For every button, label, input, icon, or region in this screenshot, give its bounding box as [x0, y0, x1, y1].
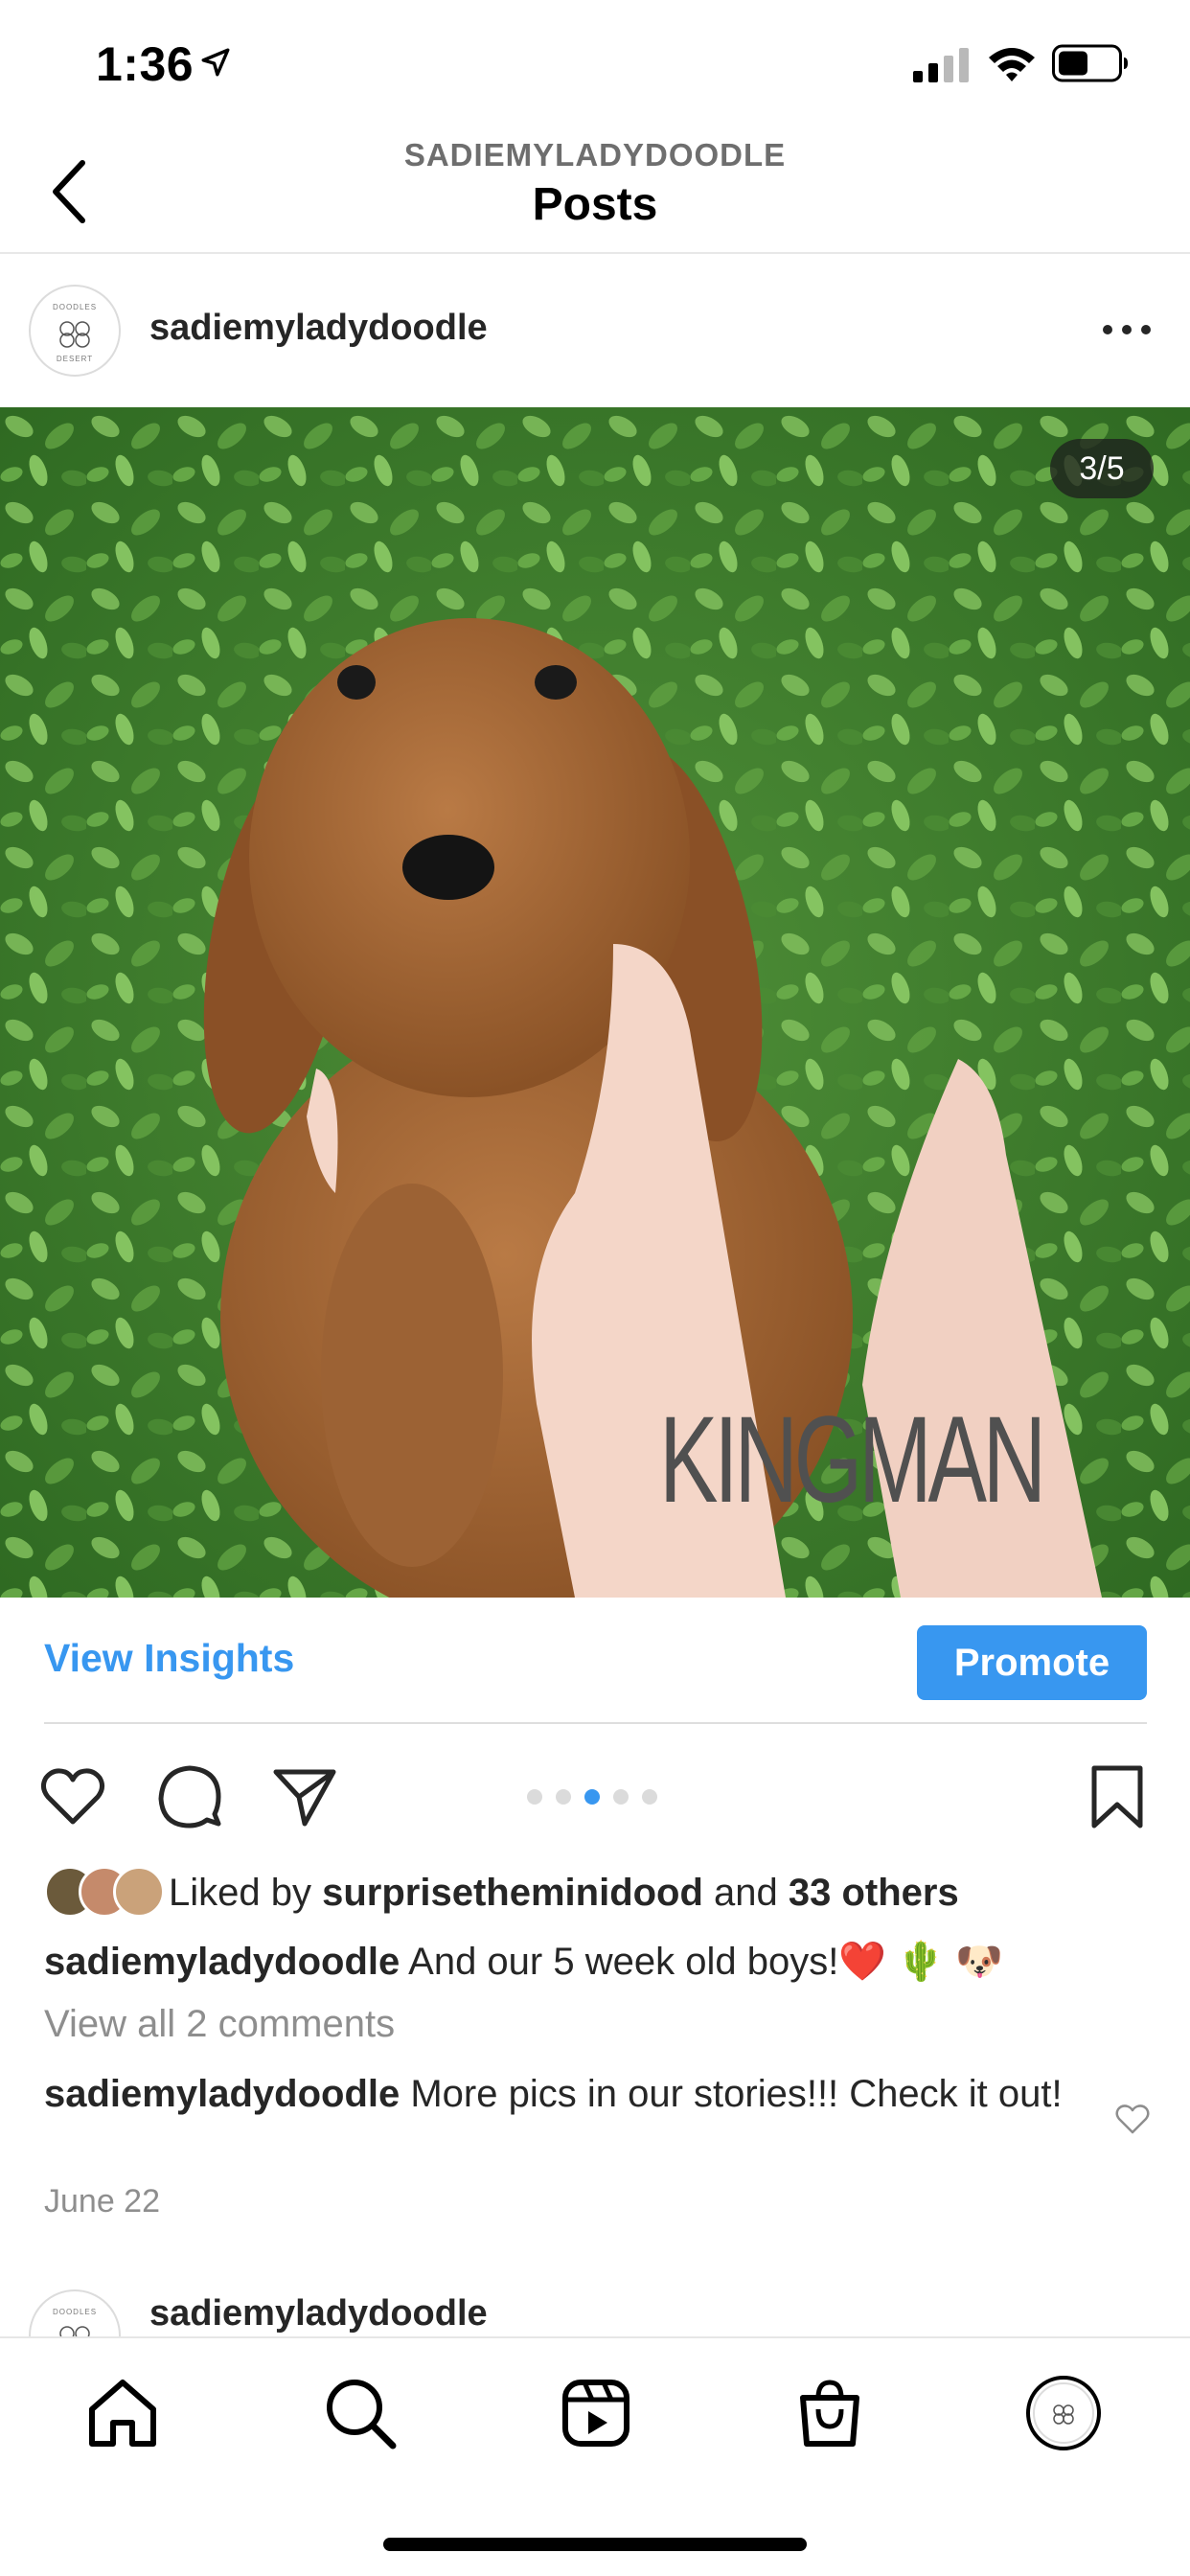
caption-username[interactable]: sadiemyladydoodle	[44, 1941, 400, 1983]
caption-emojis: ❤️ 🌵 🐶	[838, 1941, 1003, 1983]
comment: sadiemyladydoodle More pics in our stori…	[44, 2068, 1079, 2120]
next-post-author-avatar[interactable]: DOODLES	[29, 2289, 121, 2338]
wifi-icon	[989, 48, 1035, 81]
likes-others-count[interactable]: 33 others	[789, 1872, 959, 1914]
promote-button[interactable]: Promote	[917, 1625, 1147, 1700]
likes-prefix: Liked by	[169, 1871, 323, 1914]
doodles-logo-icon: DOODLES DESERT	[53, 303, 97, 363]
post-actions	[0, 1739, 1190, 1845]
liker-avatars	[44, 1866, 169, 1920]
carousel-dot	[613, 1789, 629, 1805]
carousel-dot	[527, 1789, 542, 1805]
comment-icon[interactable]	[155, 1762, 224, 1831]
svg-text:DOODLES: DOODLES	[53, 303, 97, 311]
doodles-logo-icon: DOODLES	[53, 2308, 97, 2338]
profile-avatar-tab[interactable]	[1025, 2375, 1102, 2451]
carousel-indicator	[527, 1789, 657, 1805]
comment-username[interactable]: sadiemyladydoodle	[44, 2073, 400, 2115]
carousel-dot	[642, 1789, 657, 1805]
status-time: 1:36	[96, 37, 195, 91]
carousel-dot	[556, 1789, 571, 1805]
view-insights-link[interactable]: View Insights	[44, 1636, 294, 1681]
comment-like-heart-icon[interactable]	[1114, 2102, 1151, 2136]
like-heart-icon[interactable]	[38, 1762, 107, 1831]
svg-text:DOODLES: DOODLES	[53, 2308, 97, 2316]
caption-text: And our 5 week old boys!	[400, 1941, 839, 1983]
post-author-avatar[interactable]: DOODLES DESERT	[29, 285, 121, 377]
header-account-name: SADIEMYLADYDOODLE	[403, 137, 787, 172]
shop-icon[interactable]	[791, 2375, 868, 2451]
post-caption: sadiemyladydoodle And our 5 week old boy…	[44, 1936, 1146, 1988]
status-bar: 1:36	[0, 0, 1190, 125]
photo-overlay-text: KINGMAN	[659, 1392, 1046, 1529]
home-indicator	[383, 2538, 807, 2551]
likes-summary[interactable]: Liked by surprisetheminidood and 33 othe…	[44, 1864, 959, 1921]
location-arrow-icon	[201, 48, 230, 77]
likes-text: Liked by surprisetheminidood and 33 othe…	[169, 1872, 959, 1915]
cellular-signal-icon	[913, 48, 969, 82]
svg-text:DESERT: DESERT	[57, 355, 93, 363]
liker-avatar	[113, 1866, 165, 1918]
next-post-header: DOODLES sadiemyladydoodle	[0, 2286, 1190, 2338]
likes-and: and	[702, 1871, 789, 1914]
post-header: DOODLES DESERT sadiemyladydoodle	[0, 256, 1190, 407]
top-nav-header: SADIEMYLADYDOODLE Posts	[0, 125, 1190, 254]
post-date: June 22	[44, 2183, 160, 2220]
image-counter: 3/5	[1050, 439, 1154, 498]
insights-row: View Insights Promote	[0, 1598, 1190, 1724]
view-all-comments-link[interactable]: View all 2 comments	[44, 2003, 395, 2046]
search-icon[interactable]	[322, 2375, 399, 2451]
divider	[44, 1722, 1147, 1724]
share-send-icon[interactable]	[270, 1762, 339, 1831]
post-author-username[interactable]: sadiemyladydoodle	[149, 308, 488, 349]
next-post-username[interactable]: sadiemyladydoodle	[149, 2293, 488, 2334]
save-bookmark-icon[interactable]	[1083, 1762, 1152, 1831]
reels-icon[interactable]	[558, 2375, 634, 2451]
liker-username[interactable]: surprisetheminidood	[322, 1872, 703, 1914]
battery-icon	[1052, 44, 1128, 82]
page-title: Posts	[532, 179, 658, 230]
comment-text: More pics in our stories!!! Check it out…	[400, 2073, 1063, 2115]
home-icon[interactable]	[84, 2375, 161, 2451]
carousel-dot-active	[584, 1789, 600, 1805]
more-options-button[interactable]	[1100, 315, 1154, 344]
